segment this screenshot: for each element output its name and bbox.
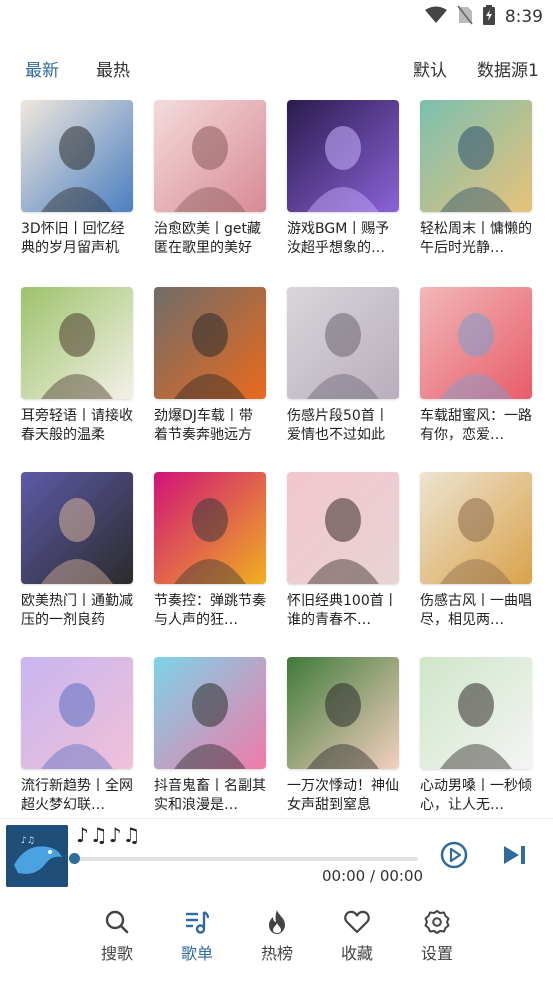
playlist-cover[interactable] — [154, 100, 266, 212]
playlist-card[interactable]: 心动男嗓丨一秒倾心，让人无… — [420, 657, 532, 815]
battery-icon — [482, 5, 495, 29]
album-cover[interactable]: ♪♫ — [6, 825, 68, 887]
nav-favorites-label: 收藏 — [340, 944, 373, 963]
playlist-title: 车载甜蜜风：一路有你，恋爱… — [420, 408, 532, 443]
mini-player: ♪♫ ♪♫♪♫ 00:00 / 00:00 — [0, 818, 553, 891]
status-bar: 8:39 — [0, 0, 553, 32]
tab-latest[interactable]: 最新 — [25, 56, 59, 81]
playlist-title: 一万次悸动！神仙女声甜到窒息 — [287, 778, 399, 813]
status-icons: 8:39 — [424, 5, 543, 29]
playlist-card[interactable]: 车载甜蜜风：一路有你，恋爱… — [420, 287, 532, 445]
status-time: 8:39 — [504, 7, 543, 27]
playlist-cover[interactable] — [154, 287, 266, 399]
playlist-title: 流行新趋势丨全网超火梦幻联… — [21, 778, 133, 813]
playlist-card[interactable]: 3D怀旧丨回忆经典的岁月留声机 — [21, 100, 133, 258]
nav-playlist-label: 歌单 — [180, 944, 213, 963]
svg-text:♪♫: ♪♫ — [21, 836, 35, 846]
progress-bar[interactable] — [69, 853, 418, 864]
playlist-card[interactable]: 欧美热门丨通勤减压的一剂良药 — [21, 472, 133, 630]
playlist-card[interactable]: 伤感片段50首丨爱情也不过如此 — [287, 287, 399, 445]
nav-charts[interactable]: 热榜 — [247, 908, 307, 964]
flame-icon — [247, 908, 307, 936]
playlist-cover[interactable] — [420, 100, 532, 212]
time-display: 00:00 / 00:00 — [322, 867, 424, 885]
playlist-title: 心动男嗓丨一秒倾心，让人无… — [420, 778, 532, 813]
playlist-cover[interactable] — [21, 287, 133, 399]
playlist-title: 劲爆DJ车载丨带着节奏奔驰远方 — [154, 408, 253, 443]
tab-hottest[interactable]: 最热 — [96, 56, 130, 81]
playlist-card[interactable]: 一万次悸动！神仙女声甜到窒息 — [287, 657, 399, 815]
search-icon — [87, 908, 147, 936]
data-source-button[interactable]: 数据源1 — [477, 56, 539, 81]
nav-charts-label: 热榜 — [260, 944, 293, 963]
playlist-cover[interactable] — [154, 472, 266, 584]
playlist-title: 耳旁轻语丨请接收春天般的温柔 — [21, 408, 133, 443]
playlist-title: 伤感片段50首丨爱情也不过如此 — [287, 408, 389, 443]
bottom-nav: 搜歌 歌单 热榜 收藏 设置 — [0, 900, 553, 970]
progress-knob[interactable] — [69, 853, 80, 864]
playlist-cover[interactable] — [287, 657, 399, 769]
playlist-card[interactable]: 怀旧经典100首丨谁的青春不… — [287, 472, 399, 630]
next-button[interactable] — [499, 839, 531, 871]
playlist-card[interactable]: 轻松周末丨慵懒的午后时光静… — [420, 100, 532, 258]
no-sim-icon — [457, 5, 473, 29]
playlist-cover[interactable] — [420, 472, 532, 584]
playlist-title: 治愈欧美丨get藏匿在歌里的美好 — [154, 221, 261, 256]
playlist-cover[interactable] — [154, 657, 266, 769]
playlist-cover[interactable] — [287, 287, 399, 399]
nav-favorites[interactable]: 收藏 — [327, 908, 387, 964]
playlist-card[interactable]: 伤感古风丨一曲唱尽，相见两… — [420, 472, 532, 630]
heart-icon — [327, 908, 387, 936]
nav-search[interactable]: 搜歌 — [87, 908, 147, 964]
playlist-card[interactable]: 游戏BGM丨赐予汝超乎想象的… — [287, 100, 399, 258]
gear-icon — [407, 908, 467, 936]
play-button[interactable] — [438, 839, 470, 871]
nav-playlist[interactable]: 歌单 — [167, 908, 227, 964]
playlist-cover[interactable] — [21, 100, 133, 212]
playlist-title: 抖音鬼畜丨名副其实和浪漫是… — [154, 778, 266, 813]
playlist-cover[interactable] — [420, 657, 532, 769]
playlist-title: 欧美热门丨通勤减压的一剂良药 — [21, 593, 133, 628]
playlist-title: 伤感古风丨一曲唱尽，相见两… — [420, 593, 532, 628]
playlist-card[interactable]: 流行新趋势丨全网超火梦幻联… — [21, 657, 133, 815]
playlist-title: 轻松周末丨慵懒的午后时光静… — [420, 221, 532, 256]
playlist-card[interactable]: 节奏控：弹跳节奏与人声的狂… — [154, 472, 266, 630]
playlist-title: 3D怀旧丨回忆经典的岁月留声机 — [21, 221, 125, 256]
playlist-cover[interactable] — [420, 287, 532, 399]
playlist-title: 怀旧经典100首丨谁的青春不… — [287, 593, 398, 628]
playlist-card[interactable]: 抖音鬼畜丨名副其实和浪漫是… — [154, 657, 266, 815]
nav-search-label: 搜歌 — [100, 944, 133, 963]
top-tabs: 最新 最热 默认 数据源1 — [0, 48, 553, 86]
playlist-card[interactable]: 劲爆DJ车载丨带着节奏奔驰远方 — [154, 287, 266, 445]
playlist-cover[interactable] — [21, 657, 133, 769]
song-title: ♪♫♪♫ — [76, 823, 142, 847]
playlist-card[interactable]: 治愈欧美丨get藏匿在歌里的美好 — [154, 100, 266, 258]
playlist-cover[interactable] — [21, 472, 133, 584]
wifi-icon — [424, 6, 447, 28]
nav-settings[interactable]: 设置 — [407, 908, 467, 964]
nav-settings-label: 设置 — [420, 944, 453, 963]
playlist-cover[interactable] — [287, 472, 399, 584]
sort-default-button[interactable]: 默认 — [413, 56, 447, 81]
playlist-title: 游戏BGM丨赐予汝超乎想象的… — [287, 221, 390, 256]
playlist-icon — [167, 908, 227, 936]
playlist-card[interactable]: 耳旁轻语丨请接收春天般的温柔 — [21, 287, 133, 445]
playlist-cover[interactable] — [287, 100, 399, 212]
playlist-title: 节奏控：弹跳节奏与人声的狂… — [154, 593, 266, 628]
